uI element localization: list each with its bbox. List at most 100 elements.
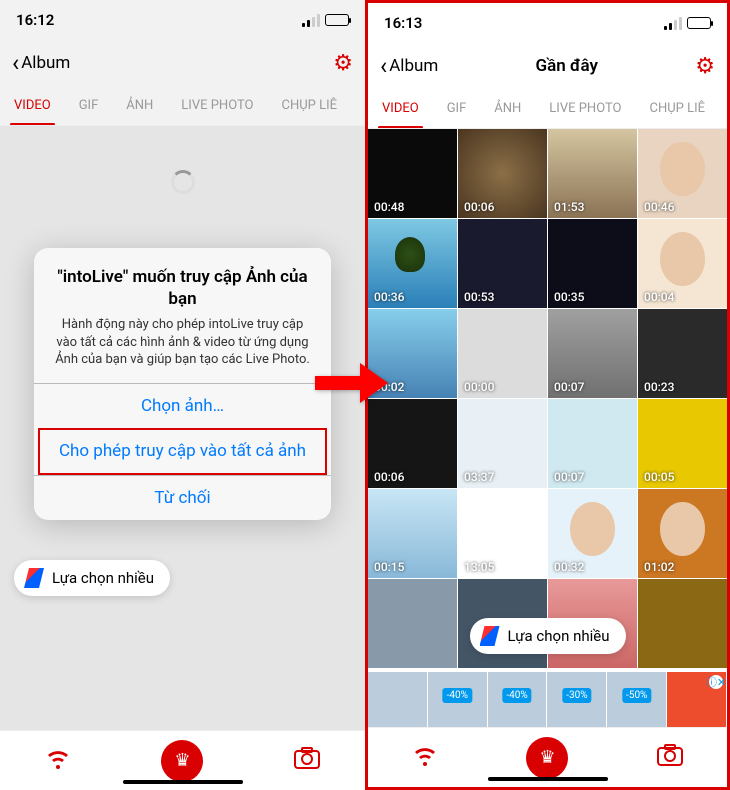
chevron-left-icon: ‹ (12, 51, 19, 75)
header: ‹ Album Gần đây ⚙ (368, 43, 727, 89)
crown-icon: ♛ (539, 747, 555, 768)
tab-video[interactable]: VIDEO (0, 86, 65, 126)
video-duration: 00:32 (554, 560, 584, 574)
video-duration: 00:36 (374, 290, 404, 304)
tab-image[interactable]: ẢNH (480, 89, 535, 129)
tab-chup[interactable]: CHỤP LIÊ (636, 89, 720, 129)
video-thumbnail[interactable]: 00:46 (638, 129, 727, 218)
video-thumbnail[interactable]: 00:05 (638, 399, 727, 488)
camera-icon (657, 744, 683, 766)
ad-item[interactable]: -40% (428, 672, 488, 727)
ad-badge: -40% (443, 688, 472, 703)
video-thumbnail[interactable]: 00:32 (548, 489, 637, 578)
pill-label: Lựa chọn nhiều (52, 569, 154, 587)
video-thumbnail[interactable]: 00:53 (458, 219, 547, 308)
alert-allow-all-button[interactable]: Cho phép truy cập vào tất cả ảnh (38, 428, 327, 475)
camera-icon (294, 747, 320, 769)
video-duration: 00:48 (374, 200, 404, 214)
status-time: 16:12 (16, 11, 54, 29)
annotation-arrow (310, 358, 390, 412)
ad-close-icon[interactable]: ⓘ✕ (709, 675, 723, 689)
video-thumbnail[interactable]: 00:48 (368, 129, 457, 218)
ad-badge: -50% (622, 688, 651, 703)
ad-item[interactable]: ⓘ✕ (667, 672, 727, 727)
video-duration: 00:07 (554, 470, 584, 484)
phone-right: 16:13 ‹ Album Gần đây ⚙ VIDEO GIF ẢNH LI… (365, 0, 730, 790)
home-indicator[interactable] (123, 780, 243, 784)
tab-gif[interactable]: GIF (65, 86, 113, 126)
back-label: Album (21, 53, 70, 73)
permission-alert: "intoLive" muốn truy cập Ảnh của bạn Hàn… (34, 248, 331, 520)
multi-select-icon (24, 568, 44, 588)
back-button[interactable]: ‹ Album (12, 51, 70, 75)
video-duration: 00:00 (464, 380, 494, 394)
wifi-icon (45, 747, 71, 769)
video-duration: 00:46 (644, 200, 674, 214)
video-thumbnail[interactable]: 00:36 (368, 219, 457, 308)
pill-label: Lựa chọn nhiều (507, 627, 609, 645)
tab-video[interactable]: VIDEO (368, 89, 433, 129)
status-bar: 16:13 (368, 3, 727, 43)
ad-strip[interactable]: -40% -40% -30% -50% ⓘ✕ (368, 672, 727, 727)
video-thumbnail[interactable]: 03:37 (458, 399, 547, 488)
header-title: Gần đây (438, 56, 695, 76)
wifi-icon (412, 744, 438, 766)
ad-item[interactable]: -50% (607, 672, 667, 727)
video-thumbnail[interactable]: 00:23 (638, 309, 727, 398)
loading-spinner (171, 170, 195, 194)
video-thumbnail[interactable]: 01:02 (638, 489, 727, 578)
ad-item[interactable]: -40% (488, 672, 548, 727)
camera-button[interactable] (294, 747, 320, 775)
video-thumbnail[interactable]: 00:35 (548, 219, 637, 308)
tabs: VIDEO GIF ẢNH LIVE PHOTO CHỤP LIÊ (368, 89, 727, 129)
ad-item[interactable] (368, 672, 428, 727)
alert-select-photos-button[interactable]: Chọn ảnh… (34, 383, 331, 428)
settings-button[interactable]: ⚙ (695, 54, 715, 79)
multi-select-pill[interactable]: Lựa chọn nhiều (469, 618, 625, 654)
bottom-bar: ♛ (0, 730, 365, 790)
multi-select-pill[interactable]: Lựa chọn nhiều (14, 560, 170, 596)
video-duration: 01:53 (554, 200, 584, 214)
camera-button[interactable] (657, 744, 683, 772)
back-label: Album (389, 56, 438, 76)
bottom-bar: ♛ (368, 727, 727, 787)
back-button[interactable]: ‹ Album (380, 54, 438, 78)
video-duration: 00:07 (554, 380, 584, 394)
video-thumbnail[interactable]: 00:15 (368, 489, 457, 578)
wifi-button[interactable] (412, 744, 438, 772)
video-thumbnail[interactable]: 01:53 (548, 129, 637, 218)
gear-icon: ⚙ (695, 54, 715, 79)
video-thumbnail[interactable]: 00:07 (548, 399, 637, 488)
video-thumbnail[interactable] (638, 579, 727, 668)
video-thumbnail[interactable]: 00:04 (638, 219, 727, 308)
video-thumbnail[interactable]: 00:00 (458, 309, 547, 398)
alert-deny-button[interactable]: Từ chối (34, 475, 331, 520)
video-duration: 00:23 (644, 380, 674, 394)
wifi-button[interactable] (45, 747, 71, 775)
battery-icon (687, 17, 711, 29)
video-thumbnail[interactable]: 13:05 (458, 489, 547, 578)
ad-badge: -30% (562, 688, 591, 703)
home-indicator[interactable] (488, 777, 608, 781)
signal-icon (664, 17, 682, 30)
settings-button[interactable]: ⚙ (333, 51, 353, 76)
tab-gif[interactable]: GIF (433, 89, 481, 129)
tab-livephoto[interactable]: LIVE PHOTO (535, 89, 635, 129)
ad-item[interactable]: -30% (547, 672, 607, 727)
video-duration: 00:35 (554, 290, 584, 304)
tab-chup[interactable]: CHỤP LIÊ (268, 86, 352, 126)
video-thumbnail[interactable]: 00:06 (368, 399, 457, 488)
alert-message: Hành động này cho phép intoLive truy cập… (50, 316, 315, 369)
tabs: VIDEO GIF ẢNH LIVE PHOTO CHỤP LIÊ (0, 86, 365, 126)
crown-button[interactable]: ♛ (526, 737, 568, 779)
crown-icon: ♛ (174, 750, 190, 771)
video-thumbnail[interactable]: 00:06 (458, 129, 547, 218)
crown-button[interactable]: ♛ (161, 740, 203, 782)
tab-image[interactable]: ẢNH (112, 86, 167, 126)
video-duration: 00:04 (644, 290, 674, 304)
video-thumbnail[interactable] (368, 579, 457, 668)
video-thumbnail[interactable]: 00:07 (548, 309, 637, 398)
status-indicators (664, 17, 711, 30)
tab-livephoto[interactable]: LIVE PHOTO (167, 86, 267, 126)
status-time: 16:13 (384, 14, 422, 32)
